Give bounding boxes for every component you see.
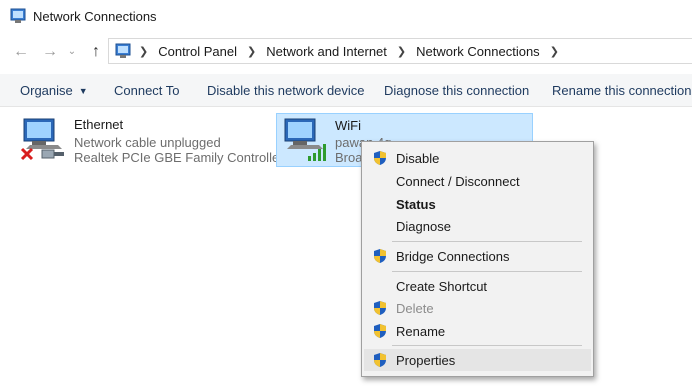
organise-button[interactable]: Organise ▼ <box>20 83 88 98</box>
ethernet-connection-item[interactable]: Ethernet Network cable unplugged Realtek… <box>16 113 284 167</box>
back-arrow-icon[interactable]: ← <box>11 42 31 62</box>
menu-label-disable: Disable <box>396 151 440 166</box>
menu-item-delete: Delete <box>364 297 591 319</box>
menu-label-bridge-connections: Bridge Connections <box>396 249 510 264</box>
menu-label-properties: Properties <box>396 353 456 368</box>
red-x-icon <box>20 147 34 161</box>
connect-to-button[interactable]: Connect To <box>114 83 180 98</box>
menu-item-properties[interactable]: Properties <box>364 349 591 371</box>
uac-shield-icon <box>374 151 386 165</box>
wifi-device: Broa <box>335 150 363 165</box>
window-title: Network Connections <box>33 9 157 24</box>
uac-shield-icon <box>374 301 386 315</box>
ethernet-name: Ethernet <box>74 117 124 132</box>
menu-item-disable[interactable]: Disable <box>364 147 591 169</box>
menu-item-connect-disconnect[interactable]: Connect / Disconnect <box>364 170 591 192</box>
ethernet-status: Network cable unplugged <box>74 135 221 150</box>
breadcrumb-network-and-internet[interactable]: Network and Internet <box>256 44 397 59</box>
signal-bars-icon <box>308 144 326 161</box>
menu-label-rename: Rename <box>396 324 446 339</box>
control-panel-icon <box>10 8 26 23</box>
title-bar: Network Connections <box>0 0 692 34</box>
menu-item-bridge-connections[interactable]: Bridge Connections <box>364 245 591 267</box>
cable-icon <box>41 149 64 159</box>
menu-item-create-shortcut[interactable]: Create Shortcut <box>364 275 591 297</box>
context-menu: Disable Connect / Disconnect Status Diag… <box>361 141 594 377</box>
menu-label-status: Status <box>396 197 436 212</box>
menu-item-rename[interactable]: Rename <box>364 320 591 342</box>
menu-item-status[interactable]: Status <box>364 193 591 215</box>
menu-label-diagnose: Diagnose <box>396 219 451 234</box>
chevron-right-icon[interactable]: ❯ <box>397 45 406 58</box>
menu-item-diagnose[interactable]: Diagnose <box>364 215 591 237</box>
menu-label-delete: Delete <box>396 301 434 316</box>
control-panel-icon <box>115 43 131 58</box>
command-toolbar: Organise ▼ Connect To Disable this networ… <box>0 74 692 107</box>
navigation-bar: ← → ⌄ ↑ ❯ Control Panel ❯ Network and In… <box>0 36 692 68</box>
organise-label: Organise <box>20 83 73 98</box>
ethernet-device: Realtek PCIe GBE Family Controller <box>74 150 284 165</box>
menu-separator <box>392 345 582 346</box>
menu-separator <box>392 241 582 242</box>
menu-label-create-shortcut: Create Shortcut <box>396 279 488 294</box>
wifi-name: WiFi <box>335 118 361 133</box>
menu-label-connect-disconnect: Connect / Disconnect <box>396 174 520 189</box>
breadcrumb: ❯ Control Panel ❯ Network and Internet ❯… <box>139 44 559 59</box>
address-bar[interactable]: ❯ Control Panel ❯ Network and Internet ❯… <box>108 38 692 64</box>
uac-shield-icon <box>374 249 386 263</box>
breadcrumb-network-connections[interactable]: Network Connections <box>406 44 550 59</box>
uac-shield-icon <box>374 324 386 338</box>
rename-connection-button[interactable]: Rename this connection <box>552 83 691 98</box>
forward-arrow-icon[interactable]: → <box>40 42 60 62</box>
up-arrow-icon[interactable]: ↑ <box>86 42 106 62</box>
uac-shield-icon <box>374 353 386 367</box>
disable-device-button[interactable]: Disable this network device <box>207 83 365 98</box>
chevron-right-icon[interactable]: ❯ <box>550 45 559 58</box>
breadcrumb-control-panel[interactable]: Control Panel <box>148 44 247 59</box>
chevron-right-icon[interactable]: ❯ <box>139 45 148 58</box>
caret-down-icon: ▼ <box>78 86 88 96</box>
chevron-right-icon[interactable]: ❯ <box>247 45 256 58</box>
diagnose-connection-button[interactable]: Diagnose this connection <box>384 83 529 98</box>
recent-locations-chevron-icon[interactable]: ⌄ <box>62 42 82 62</box>
menu-separator <box>392 271 582 272</box>
